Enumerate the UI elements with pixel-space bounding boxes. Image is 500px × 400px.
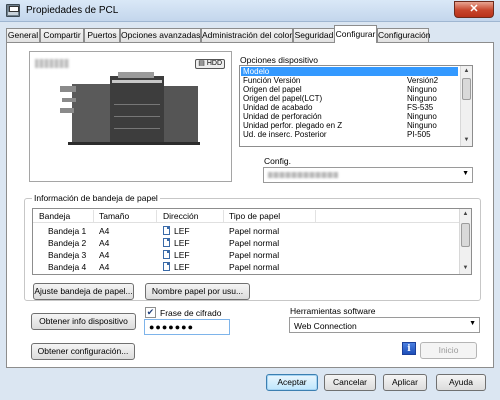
list-item[interactable]: Función Versión Versión2	[241, 76, 458, 85]
software-tools-select[interactable]: Web Connection ▼	[289, 317, 480, 333]
scroll-thumb[interactable]	[461, 223, 470, 247]
column-header[interactable]: Tipo de papel	[229, 211, 280, 221]
tray-table-scrollbar[interactable]: ▲ ▼	[459, 209, 471, 274]
paper-orientation-icon	[163, 262, 170, 271]
tab-general[interactable]: General	[6, 28, 40, 42]
scroll-up-icon[interactable]: ▲	[460, 209, 471, 220]
chevron-down-icon: ▼	[462, 170, 469, 177]
software-tools-label: Herramientas software	[290, 306, 376, 316]
scroll-down-icon[interactable]: ▼	[460, 263, 471, 274]
list-item[interactable]: Unidad perfor. plegado en Z Ninguno	[241, 121, 458, 130]
tray-info-label: Información de bandeja de papel	[32, 193, 160, 203]
title-bar: Propiedades de PCL ✕	[0, 0, 500, 22]
device-options-label: Opciones dispositivo	[240, 55, 318, 65]
blurred-config-value	[268, 172, 338, 178]
printer-icon	[6, 4, 20, 17]
list-item[interactable]: Origen del papel Ninguno	[241, 85, 458, 94]
hdd-icon: ▤ HDD	[195, 59, 225, 69]
help-button[interactable]: Ayuda	[436, 374, 486, 391]
tab-compartir[interactable]: Compartir	[40, 28, 84, 42]
passphrase-field[interactable]: ●●●●●●●	[144, 319, 230, 335]
tab-seguridad[interactable]: Seguridad	[293, 28, 335, 42]
scroll-down-icon[interactable]: ▼	[461, 135, 472, 146]
paper-orientation-icon	[163, 238, 170, 247]
table-row[interactable]: Bandeja 4 A4 LEF Papel normal	[33, 261, 460, 273]
info-icon[interactable]: i	[402, 342, 416, 355]
ok-button[interactable]: Aceptar	[266, 374, 318, 391]
column-header[interactable]: Dirección	[163, 211, 198, 221]
passphrase-label: Frase de cifrado	[160, 308, 222, 318]
list-item[interactable]: Origen del papel(LCT) Ninguno	[241, 94, 458, 103]
column-header[interactable]: Bandeja	[39, 211, 70, 221]
passphrase-checkbox[interactable]: ✔	[145, 307, 156, 318]
device-options-scrollbar[interactable]: ▲ ▼	[460, 66, 472, 146]
list-item[interactable]: Unidad de perforación Ninguno	[241, 112, 458, 121]
scroll-up-icon[interactable]: ▲	[461, 66, 472, 77]
column-header[interactable]: Tamaño	[99, 211, 129, 221]
tab-configuracion[interactable]: Configuración	[377, 28, 430, 42]
paper-name-button[interactable]: Nombre papel por usu...	[145, 283, 250, 300]
scroll-thumb[interactable]	[462, 78, 471, 100]
get-device-info-button[interactable]: Obtener info dispositivo	[31, 313, 136, 330]
paper-orientation-icon	[163, 250, 170, 259]
tray-table[interactable]: Bandeja Tamaño Dirección Tipo de papel B…	[32, 208, 472, 275]
tab-administracion-color[interactable]: Administración del color	[201, 28, 293, 42]
tab-puertos[interactable]: Puertos	[84, 28, 120, 42]
table-row[interactable]: Bandeja 1 A4 LEF Papel normal	[33, 225, 460, 237]
set-tray-button[interactable]: Ajuste bandeja de papel...	[33, 283, 134, 300]
table-row[interactable]: Bandeja 3 A4 LEF Papel normal	[33, 249, 460, 261]
list-item[interactable]: Ud. de inserc. Posterior PI-505	[241, 130, 458, 139]
start-button[interactable]: Inicio	[420, 342, 477, 359]
device-options-list[interactable]: Modelo Función Versión Versión2 Origen de…	[239, 65, 473, 147]
get-config-button[interactable]: Obtener configuración...	[31, 343, 135, 360]
table-header: Bandeja Tamaño Dirección Tipo de papel	[33, 209, 471, 223]
config-label: Config.	[264, 156, 291, 166]
close-button[interactable]: ✕	[454, 1, 494, 18]
table-row[interactable]: Bandeja 2 A4 LEF Papel normal	[33, 237, 460, 249]
config-select[interactable]: ▼	[263, 167, 473, 183]
tab-opciones-avanzadas[interactable]: Opciones avanzadas	[120, 28, 201, 42]
window-title: Propiedades de PCL	[26, 5, 119, 16]
device-image-box: ▤ HDD	[29, 51, 232, 182]
chevron-down-icon: ▼	[469, 320, 476, 327]
apply-button[interactable]: Aplicar	[383, 374, 427, 391]
blurred-model-name	[35, 59, 69, 68]
cancel-button[interactable]: Cancelar	[324, 374, 376, 391]
tab-configurar[interactable]: Configurar	[334, 25, 377, 43]
list-item[interactable]: Modelo	[241, 67, 458, 76]
list-item[interactable]: Unidad de acabado FS-535	[241, 103, 458, 112]
paper-orientation-icon	[163, 226, 170, 235]
